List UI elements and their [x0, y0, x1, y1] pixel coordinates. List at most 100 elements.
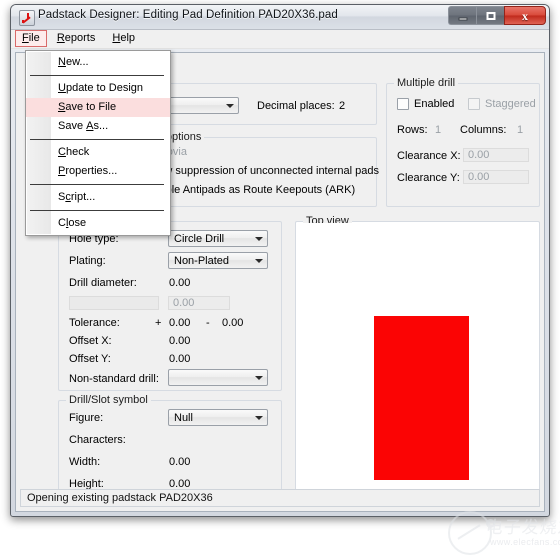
offset-x-label: Offset X: — [69, 335, 112, 347]
menu-item-check[interactable]: Check — [26, 143, 170, 162]
maximize-icon — [486, 11, 495, 20]
menu-item-save-to-file[interactable]: Save to File — [26, 98, 170, 117]
menu-item-new[interactable]: New... — [26, 53, 170, 72]
rows-label: Rows: — [397, 124, 428, 136]
clearance-y-value: 0.00 — [468, 171, 490, 183]
pad-shape — [374, 316, 469, 480]
chevron-down-icon — [255, 259, 263, 263]
clearance-y-field[interactable]: 0.00 — [463, 170, 529, 184]
clearance-x-value: 0.00 — [468, 149, 490, 161]
minimize-button[interactable] — [448, 6, 476, 25]
menu-item-script-rest: ript... — [70, 191, 96, 203]
status-message: Opening existing padstack PAD20X36 — [27, 492, 213, 504]
characters-label: Characters: — [69, 434, 126, 446]
menu-item-check-rest: heck — [65, 146, 90, 158]
menu-file-label-rest: ile — [28, 32, 40, 44]
top-view-canvas[interactable] — [297, 223, 538, 497]
tolerance-minus-value[interactable]: 0.00 — [222, 317, 243, 329]
menu-reports-label-rest: eports — [64, 32, 96, 44]
menu-item-saveas-rest: s... — [93, 120, 109, 132]
symbol-width-value[interactable]: 0.00 — [169, 456, 190, 468]
drill-diameter-value[interactable]: 0.00 — [169, 277, 190, 289]
chevron-down-icon — [255, 376, 263, 380]
watermark-logo-icon — [448, 511, 492, 555]
drill-slot-symbol-caption: Drill/Slot symbol — [66, 394, 151, 406]
multiple-drill-enabled-checkbox[interactable] — [397, 98, 409, 110]
hole-type-value: Circle Drill — [174, 233, 225, 245]
drill-slot-hole-group: Drill/Slot hole Hole type: Circle Drill … — [58, 215, 282, 391]
menu-help[interactable]: Help — [105, 30, 142, 47]
menu-bar: File Reports Help — [11, 30, 549, 49]
figure-label: Figure: — [69, 412, 104, 424]
suppression-label: Allow suppression of unconnected interna… — [146, 165, 379, 177]
offset-y-value[interactable]: 0.00 — [169, 353, 190, 365]
menu-file[interactable]: File — [15, 30, 47, 47]
menu-item-properties[interactable]: Properties... — [26, 162, 170, 181]
decimal-places-label: Decimal places: — [257, 100, 335, 112]
menu-item-new-rest: ew... — [65, 56, 89, 68]
padstack-icon — [19, 10, 35, 26]
menu-item-saveas-pre: Save — [58, 120, 87, 132]
drill-secondary-value: 0.00 — [173, 297, 195, 309]
symbol-width-label: Width: — [69, 456, 101, 468]
figure-combo[interactable]: Null — [168, 409, 268, 426]
multiple-drill-caption: Multiple drill — [394, 77, 459, 89]
menu-item-save-rest: ave to File — [65, 101, 117, 113]
menu-item-close[interactable]: Close — [26, 214, 170, 233]
chevron-down-icon — [255, 416, 263, 420]
chevron-down-icon — [226, 104, 234, 108]
padstack-designer-window: Padstack Designer: Editing Pad Definitio… — [10, 4, 560, 555]
staggered-checkbox[interactable] — [468, 98, 480, 110]
menu-help-label-rest: elp — [120, 32, 136, 44]
maximize-button[interactable] — [476, 6, 504, 25]
status-bar: Opening existing padstack PAD20X36 — [20, 489, 540, 507]
offset-y-label: Offset Y: — [69, 353, 111, 365]
offset-x-value[interactable]: 0.00 — [169, 335, 190, 347]
menu-separator — [30, 210, 164, 211]
drill-secondary-label-field[interactable] — [69, 296, 159, 310]
file-menu-dropdown: New... Update to Design Save to File Sav… — [25, 50, 171, 236]
menu-item-update-to-design[interactable]: Update to Design — [26, 79, 170, 98]
watermark-url: www.elecfans.com — [490, 537, 560, 547]
watermark-text: 电子发烧友 — [484, 518, 560, 538]
figure-value: Null — [174, 412, 193, 424]
menu-item-update-rest: pdate to Design — [65, 82, 144, 94]
non-standard-drill-label: Non-standard drill: — [69, 373, 159, 385]
menu-reports[interactable]: Reports — [50, 30, 103, 47]
menu-item-close-pre: C — [58, 217, 66, 229]
plating-value: Non-Plated — [174, 255, 230, 267]
rows-value[interactable]: 1 — [435, 124, 441, 136]
watermark-dot-icon — [486, 519, 495, 528]
menu-item-script[interactable]: Script... — [26, 188, 170, 207]
decimal-places-value: 2 — [339, 100, 346, 112]
title-bar[interactable]: Padstack Designer: Editing Pad Definitio… — [11, 5, 549, 30]
staggered-label: Staggered — [485, 98, 536, 110]
tolerance-label: Tolerance: — [69, 317, 120, 329]
menu-item-close-rest: ose — [68, 217, 87, 229]
window-controls: x — [448, 6, 546, 25]
drill-secondary-value-field[interactable]: 0.00 — [168, 296, 230, 310]
columns-label: Columns: — [460, 124, 507, 136]
menu-item-properties-rest: roperties... — [65, 165, 118, 177]
antipads-label: Enable Antipads as Route Keepouts (ARK) — [146, 184, 356, 196]
chevron-down-icon — [255, 237, 263, 241]
clearance-y-label: Clearance Y: — [397, 172, 460, 184]
hole-type-combo[interactable]: Circle Drill — [168, 230, 268, 247]
menu-separator — [30, 139, 164, 140]
plating-label: Plating: — [69, 255, 106, 267]
clearance-x-field[interactable]: 0.00 — [463, 148, 529, 162]
non-standard-drill-combo[interactable] — [168, 369, 268, 386]
menu-separator — [30, 75, 164, 76]
drill-diameter-label: Drill diameter: — [69, 277, 137, 289]
close-button[interactable]: x — [504, 6, 546, 25]
menu-item-save-as[interactable]: Save As... — [26, 117, 170, 136]
plating-combo[interactable]: Non-Plated — [168, 252, 268, 269]
top-view-group: Top view — [295, 215, 540, 499]
tolerance-minus-sign: - — [206, 317, 210, 329]
tolerance-plus-value[interactable]: 0.00 — [169, 317, 190, 329]
drill-slot-symbol-group: Drill/Slot symbol Figure: Null Character… — [58, 394, 282, 499]
menu-separator — [30, 184, 164, 185]
clearance-x-label: Clearance X: — [397, 150, 461, 162]
window-title: Padstack Designer: Editing Pad Definitio… — [38, 9, 338, 21]
columns-value[interactable]: 1 — [517, 124, 523, 136]
